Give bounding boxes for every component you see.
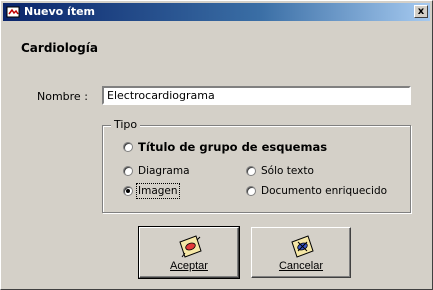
cancel-icon [291, 235, 314, 258]
close-button[interactable]: x [414, 5, 428, 18]
title-bar[interactable]: Nuevo ítem x [3, 3, 430, 21]
radio-rich-document[interactable]: Documento enriquecido [246, 185, 387, 197]
radio-label: Documento enriquecido [261, 185, 388, 197]
radio-button-icon[interactable] [246, 166, 256, 176]
radio-label: Sólo texto [261, 165, 314, 177]
section-title: Cardiología [21, 41, 98, 55]
cancel-button[interactable]: Cancelar [251, 227, 351, 278]
radio-label: Título de grupo de esquemas [138, 140, 328, 154]
accept-button[interactable]: Aceptar [138, 226, 240, 279]
accept-label: Aceptar [170, 260, 208, 272]
name-input[interactable] [102, 86, 411, 105]
radio-button-icon[interactable] [123, 166, 133, 176]
name-label: Nombre : [37, 90, 88, 103]
radio-label: Imagen [136, 183, 180, 199]
radio-image[interactable]: Imagen [123, 183, 180, 199]
accept-icon [179, 235, 202, 258]
dialog-window: Nuevo ítem x Cardiología Nombre : Tipo T… [0, 0, 433, 290]
app-icon [6, 6, 20, 18]
radio-button-icon[interactable] [123, 186, 133, 196]
radio-diagram[interactable]: Diagrama [123, 165, 190, 177]
radio-button-icon[interactable] [246, 186, 256, 196]
radio-label: Diagrama [138, 165, 190, 177]
radio-text-only[interactable]: Sólo texto [246, 165, 314, 177]
type-groupbox: Tipo Título de grupo de esquemas Diagram… [102, 118, 411, 213]
cancel-label: Cancelar [278, 260, 324, 272]
type-group-label: Tipo [111, 118, 141, 131]
radio-group-title[interactable]: Título de grupo de esquemas [123, 140, 327, 154]
window-title: Nuevo ítem [24, 5, 96, 18]
radio-button-icon[interactable] [123, 142, 133, 152]
